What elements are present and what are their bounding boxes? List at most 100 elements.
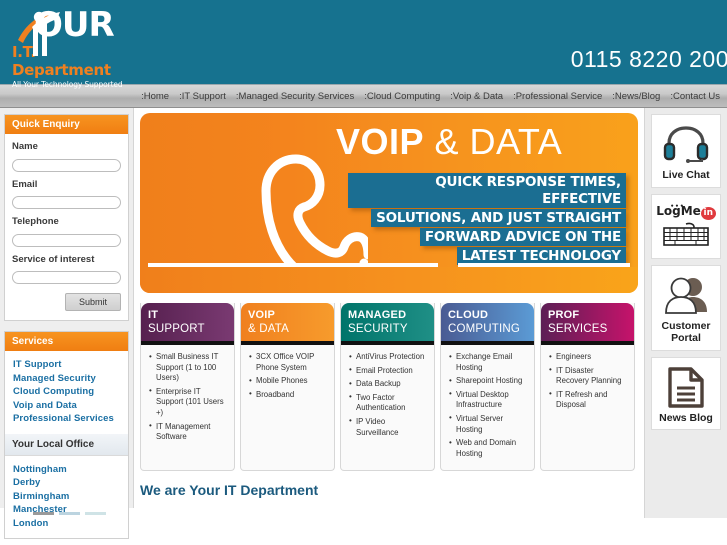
card-header-managed-security: MANAGED SECURITY <box>341 303 434 345</box>
page-title: We are Your IT Department <box>140 482 319 499</box>
service-card-managed-security[interactable]: MANAGED SECURITY AntiVirus Protection Em… <box>340 303 435 472</box>
card-header-it-support: IT SUPPORT <box>141 303 234 345</box>
headset-icon <box>654 121 718 167</box>
service-card-it-support[interactable]: IT SUPPORT Small Business IT Support (1 … <box>140 303 235 472</box>
sidebar-link-voip-and-data[interactable]: Voip and Data <box>13 399 120 413</box>
list-item: Engineers <box>549 352 628 363</box>
carousel-indicator-3[interactable] <box>85 512 106 515</box>
list-item: IT Refresh and Disposal <box>549 389 628 411</box>
list-item: Virtual Desktop Infrastructure <box>449 389 528 411</box>
service-of-interest-input[interactable] <box>12 271 121 284</box>
services-link-list: IT Support Managed Security Cloud Comput… <box>5 351 128 434</box>
service-card-prof-services[interactable]: PROF SERVICES Engineers IT Disaster Reco… <box>540 303 635 472</box>
service-card-voip-and-data[interactable]: VOIP & DATA 3CX Office VOIP Phone System… <box>240 303 335 472</box>
card-item-list: 3CX Office VOIP Phone System Mobile Phon… <box>241 345 334 411</box>
nav-item-managed-security-services[interactable]: :Managed Security Services <box>231 91 359 102</box>
nav-item-news-blog[interactable]: :News/Blog <box>607 91 665 102</box>
header-phone-number[interactable]: 0115 8220 200 <box>571 46 727 73</box>
card-title-line1: VOIP <box>248 309 276 321</box>
telephone-label: Telephone <box>12 216 59 227</box>
banner-bottom-strip <box>140 267 638 293</box>
list-item: Sharepoint Hosting <box>449 376 528 387</box>
site-logo[interactable]: OUR I.T. Department All Your Technology … <box>12 4 124 89</box>
banner-title-bold: VOIP <box>336 121 425 162</box>
card-title-line2: SERVICES <box>548 323 608 335</box>
service-cards: IT SUPPORT Small Business IT Support (1 … <box>140 303 638 472</box>
nav-item-it-support[interactable]: :IT Support <box>174 91 231 102</box>
nav-item-contact-us[interactable]: :Contact Us <box>665 91 725 102</box>
list-item: Two Factor Authentication <box>349 392 428 414</box>
nav-item-professional-service[interactable]: :Professional Service <box>508 91 607 102</box>
nav-item-voip-and-data[interactable]: :Voip & Data <box>445 91 508 102</box>
sidebar-link-professional-services[interactable]: Professional Services <box>13 412 120 426</box>
submit-button[interactable]: Submit <box>64 293 121 311</box>
list-item: Web and Domain Hosting <box>449 438 528 459</box>
list-item: Exchange Email Hosting <box>449 351 528 373</box>
name-input[interactable] <box>12 158 121 172</box>
banner-title: VOIP & DATA <box>336 121 562 163</box>
list-item: IT Management Software <box>149 421 228 443</box>
services-panel-title: Services <box>5 332 128 351</box>
banner-subtitle: QUICK RESPONSE TIMES, EFFECTIVE SOLUTION… <box>348 173 626 266</box>
carousel-indicators[interactable] <box>33 512 106 515</box>
quick-enquiry-title: Quick Enquiry <box>5 115 128 134</box>
card-item-list: AntiVirus Protection Email Protection Da… <box>341 345 434 449</box>
nav-item-cloud-computing[interactable]: :Cloud Computing <box>359 91 445 102</box>
list-item: 3CX Office VOIP Phone System <box>249 351 328 373</box>
sidebar-link-birmingham[interactable]: Birmingham <box>13 490 120 504</box>
sidebar-link-it-support[interactable]: IT Support <box>13 358 120 372</box>
logo-your-text: OUR <box>34 5 115 45</box>
list-item: IP Video Surveillance <box>349 416 428 438</box>
list-item: IT Disaster Recovery Planning <box>549 365 628 387</box>
list-item: AntiVirus Protection <box>349 352 428 363</box>
email-input[interactable] <box>12 196 121 209</box>
customer-portal-tile[interactable]: Customer Portal <box>651 264 721 351</box>
logo-tagline: All Your Technology Supported <box>12 80 123 89</box>
list-item: Data Backup <box>349 379 428 390</box>
left-sidebar: Quick Enquiry Name Email Telephone Servi… <box>0 108 134 539</box>
card-title-line2: SECURITY <box>348 323 408 335</box>
sidebar-link-nottingham[interactable]: Nottingham <box>13 463 120 477</box>
banner-sub-line-1: QUICK RESPONSE TIMES, EFFECTIVE <box>348 173 626 208</box>
card-item-list: Exchange Email Hosting Sharepoint Hostin… <box>441 345 534 470</box>
live-chat-tile[interactable]: Live Chat <box>651 114 721 188</box>
site-header: OUR I.T. Department All Your Technology … <box>0 0 727 89</box>
sidebar-link-managed-security[interactable]: Managed Security <box>13 372 120 386</box>
banner-title-light: & DATA <box>424 121 563 162</box>
live-chat-label: Live Chat <box>662 169 710 181</box>
nav-item-home[interactable]: :Home <box>136 91 174 102</box>
sidebar-link-derby[interactable]: Derby <box>13 476 120 490</box>
news-blog-tile[interactable]: News Blog <box>651 356 721 430</box>
sidebar-link-london[interactable]: London <box>13 517 120 531</box>
local-office-title: Your Local Office <box>5 433 128 456</box>
hero-banner[interactable]: VOIP & DATA QUICK RESPONSE TIMES, EFFECT… <box>140 113 638 293</box>
banner-sub-line-3: FORWARD ADVICE ON THE <box>419 228 626 246</box>
telephone-input[interactable] <box>12 233 121 247</box>
service-card-cloud-computing[interactable]: CLOUD COMPUTING Exchange Email Hosting S… <box>440 303 535 472</box>
carousel-indicator-1[interactable] <box>33 512 54 515</box>
card-item-list: Small Business IT Support (1 to 100 User… <box>141 345 234 454</box>
list-item: Virtual Server Hosting <box>449 413 528 435</box>
customer-portal-label: Customer Portal <box>661 319 711 345</box>
main-column: VOIP & DATA QUICK RESPONSE TIMES, EFFECT… <box>140 108 638 498</box>
service-of-interest-label: Service of interest <box>12 253 95 265</box>
card-header-prof-services: PROF SERVICES <box>541 303 634 345</box>
document-icon <box>654 364 718 410</box>
card-item-list: Engineers IT Disaster Recovery Planning … <box>541 345 634 422</box>
card-title-line1: CLOUD <box>448 309 489 321</box>
local-office-link-list: Nottingham Derby Birmingham Manchester L… <box>5 456 128 539</box>
user-avatars-icon <box>654 272 718 318</box>
logmein-tile[interactable]: LogMe in ••• <box>651 193 721 259</box>
card-title-line1: IT <box>148 309 159 321</box>
card-header-voip-and-data: VOIP & DATA <box>241 303 334 345</box>
list-item: Mobile Phones <box>249 376 328 387</box>
sidebar-link-cloud-computing[interactable]: Cloud Computing <box>13 385 120 399</box>
banner-sub-line-2: SOLUTIONS, AND JUST STRAIGHT <box>371 209 626 227</box>
list-item: Broadband <box>249 389 328 401</box>
card-title-line2: COMPUTING <box>448 323 521 335</box>
card-title-line2: SUPPORT <box>148 323 205 335</box>
quick-enquiry-panel: Quick Enquiry Name Email Telephone Servi… <box>4 114 129 321</box>
list-item: Email Protection <box>349 365 428 377</box>
card-title-line1: PROF <box>548 309 580 321</box>
carousel-indicator-2[interactable] <box>59 512 80 515</box>
